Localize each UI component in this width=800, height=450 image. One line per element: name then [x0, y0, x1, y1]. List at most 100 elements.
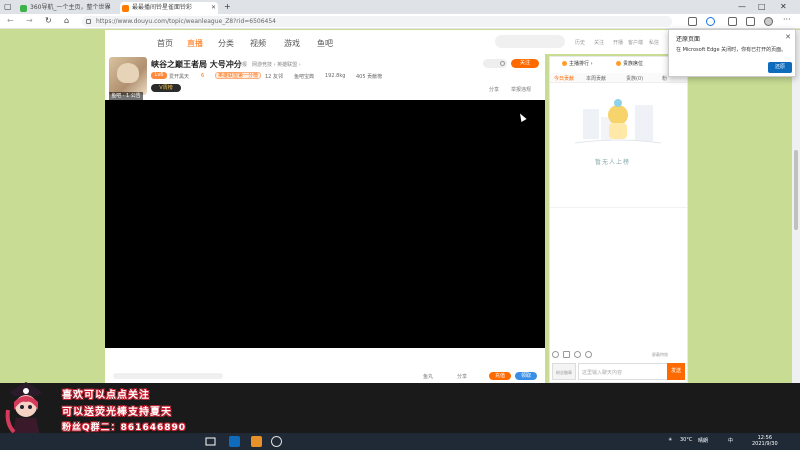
- noble-seat-link[interactable]: 贵族席位: [616, 60, 643, 67]
- toggle-knob: [500, 61, 505, 66]
- overlay-line-1: 喜欢可以点点关注: [62, 390, 150, 401]
- close-icon[interactable]: ✕: [785, 33, 791, 41]
- recharge-button[interactable]: 充值: [489, 372, 511, 380]
- weather-icon[interactable]: ☀: [668, 437, 672, 443]
- tab-noble[interactable]: 贵族(0): [626, 75, 643, 82]
- level-badge: Lv6: [151, 72, 167, 79]
- nav-category[interactable]: 分类: [218, 38, 234, 49]
- header-client[interactable]: 客户端: [628, 39, 643, 46]
- header-start-live[interactable]: 开播: [613, 39, 623, 46]
- crown-icon[interactable]: [585, 351, 592, 358]
- streamer-name[interactable]: 爱开黑天: [169, 73, 189, 80]
- header-messages[interactable]: 私信: [649, 39, 659, 46]
- forward-icon[interactable]: →: [26, 16, 33, 25]
- new-tab-button[interactable]: +: [224, 2, 231, 11]
- tab-favicon-icon: [20, 5, 27, 12]
- tab-fans[interactable]: 粉: [662, 75, 667, 82]
- emoji-icon[interactable]: [552, 351, 559, 358]
- app-taskbar-icon[interactable]: [251, 436, 262, 447]
- room-category[interactable]: 网游竞技 › 英雄联盟 ›: [252, 61, 301, 68]
- room-info: 鱼吧 · 1 公告 峡谷之巅王者局 大号冲分 举报 网游竞技 › 英雄联盟 › …: [105, 54, 545, 100]
- share-link[interactable]: 分享: [489, 86, 499, 93]
- scrollbar-thumb[interactable]: [794, 150, 798, 230]
- fan-badge-select[interactable]: 粉丝徽章: [552, 363, 576, 380]
- favorites-icon[interactable]: [728, 17, 737, 26]
- chat-toolbar: 屏蔽特效: [550, 350, 687, 359]
- empty-rank-text: 暂无人上榜: [595, 159, 631, 166]
- minimize-button[interactable]: —: [738, 2, 746, 11]
- chat-input-area: 粉丝徽章 这里输入聊天内容 发送: [550, 360, 687, 383]
- search-input[interactable]: [495, 35, 565, 48]
- edge-taskbar-icon[interactable]: [229, 436, 240, 447]
- nav-game[interactable]: 游戏: [284, 38, 300, 49]
- url-field[interactable]: https://www.douyu.com/topic/weanleague_Z…: [82, 16, 672, 27]
- avatar-caption: 鱼吧 · 1 公告: [109, 92, 143, 100]
- block-gift-toggle[interactable]: 屏蔽特效: [652, 352, 668, 358]
- maximize-button[interactable]: □: [758, 2, 766, 11]
- room-report-link[interactable]: 举报: [237, 61, 247, 68]
- nav-home[interactable]: 首页: [157, 38, 173, 49]
- notify-toggle[interactable]: [483, 59, 507, 68]
- fishbar-treasure[interactable]: 鱼吧宝典: [294, 73, 314, 80]
- gift-icon[interactable]: [574, 351, 581, 358]
- nav-video[interactable]: 视频: [250, 38, 266, 49]
- video-player[interactable]: [105, 100, 545, 348]
- task-view-icon[interactable]: [205, 436, 216, 447]
- vip-badge[interactable]: V周榜: [151, 84, 181, 92]
- nav-live[interactable]: 直播: [187, 38, 203, 49]
- pirate-mascot-image: [5, 382, 42, 436]
- collections-icon[interactable]: [746, 17, 755, 26]
- close-window-button[interactable]: ✕: [780, 2, 787, 11]
- tab-today[interactable]: 今日贡献: [554, 75, 574, 82]
- header-follow[interactable]: 关注: [594, 39, 604, 46]
- restore-pages-popup: 还原页面 ✕ 在 Microsoft Edge 关闭时，你有已打开的页面。 还原: [668, 29, 796, 77]
- lock-icon: [86, 19, 91, 24]
- weather-desc[interactable]: 晴朗: [698, 437, 708, 444]
- overlay-line-2: 可以送荧光棒支持夏天: [62, 407, 172, 418]
- system-clock[interactable]: 12:56 2021/9/30: [752, 435, 778, 447]
- profile-avatar-icon[interactable]: [764, 17, 773, 26]
- message-icon[interactable]: [563, 351, 570, 358]
- restore-button[interactable]: 还原: [768, 62, 792, 73]
- clock-date: 2021/9/30: [752, 441, 778, 447]
- nav-fishbar[interactable]: 鱼吧: [317, 38, 333, 49]
- tab-label: 360导航_一个主页，整个世界: [30, 4, 111, 11]
- tab-week[interactable]: 本周贡献: [586, 75, 606, 82]
- header-history[interactable]: 历史: [575, 39, 585, 46]
- more-options-icon[interactable]: ···: [783, 15, 791, 24]
- obs-taskbar-icon[interactable]: [271, 436, 282, 447]
- rank-badge[interactable]: 英雄联盟第一分榜: [215, 72, 262, 79]
- edge-refresh-icon[interactable]: [706, 17, 715, 26]
- browser-tabbar: ▢ 360导航_一个主页，整个世界 ✕ 最最播间铃星雀面铃彩 ✕ + — □ ✕: [0, 0, 800, 14]
- side-panel: 主播排行 › 贵族席位 今日贡献 本周贡献 贵族(0) 粉 暂无人上榜 屏蔽特效…: [549, 56, 688, 383]
- send-button[interactable]: 发送: [667, 363, 685, 380]
- overlay-line-3: 粉丝Q群二：861646890: [62, 423, 187, 433]
- tab-close-icon[interactable]: ✕: [211, 2, 216, 14]
- chat-input[interactable]: 这里输入聊天内容: [578, 363, 668, 380]
- browser-tab-active[interactable]: 最最播间铃星雀面铃彩 ✕: [120, 2, 218, 14]
- fish-weight: 192.8kg: [325, 73, 346, 79]
- streamer-avatar[interactable]: [109, 57, 147, 95]
- refresh-icon[interactable]: ↻: [45, 16, 52, 25]
- ime-language[interactable]: 中: [728, 437, 733, 444]
- streamer-rank-link[interactable]: 主播排行 ›: [562, 60, 593, 67]
- claim-button[interactable]: 领取: [515, 372, 537, 380]
- noble-seat-label: 贵族席位: [623, 61, 644, 67]
- tab-close-icon[interactable]: ✕: [106, 2, 111, 14]
- browser-tab-1[interactable]: 360导航_一个主页，整个世界 ✕: [18, 2, 113, 14]
- gift-bar[interactable]: [113, 373, 223, 379]
- task-view-glyph: [205, 437, 216, 446]
- address-toolbar: ← → ↻ ⌂ https://www.douyu.com/topic/wean…: [0, 14, 800, 29]
- read-aloud-icon[interactable]: [688, 17, 697, 26]
- chat-messages[interactable]: [550, 207, 687, 347]
- back-icon[interactable]: ←: [7, 16, 14, 25]
- share-below-link[interactable]: 分享: [457, 373, 467, 380]
- follow-button[interactable]: 关注: [511, 59, 539, 68]
- browser-tab-2[interactable]: [113, 2, 119, 14]
- fishball-link[interactable]: 鱼丸: [423, 373, 433, 380]
- report-violation-link[interactable]: 举报违规: [511, 86, 531, 93]
- rewards-count[interactable]: 405 贡献榜: [356, 73, 382, 80]
- weather-temp[interactable]: 30°C: [680, 437, 692, 443]
- home-icon[interactable]: ⌂: [64, 16, 69, 25]
- window-menu-icon[interactable]: ▢: [4, 2, 12, 11]
